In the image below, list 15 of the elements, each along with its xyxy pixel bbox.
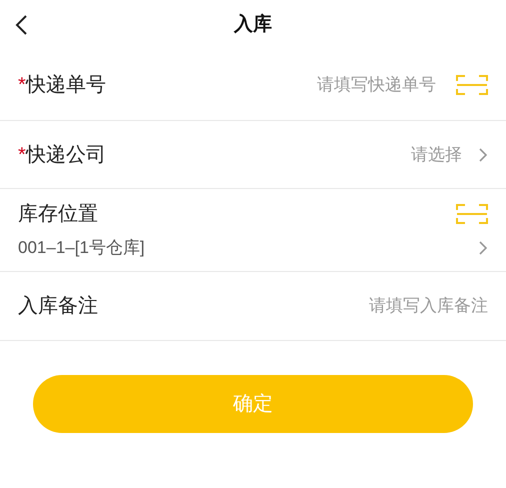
input-field[interactable]: 请填写快递单号: [106, 72, 436, 98]
scan-icon[interactable]: [456, 203, 488, 226]
back-icon[interactable]: [14, 14, 28, 36]
input-field[interactable]: 请填写入库备注: [98, 293, 488, 319]
location-value: 001–1–[1号仓库]: [18, 237, 145, 260]
field-label: 库存位置: [18, 202, 98, 228]
page-title: 入库: [234, 12, 272, 37]
field-label: *快递单号: [18, 73, 106, 98]
field-label: *快递公司: [18, 142, 106, 168]
confirm-button[interactable]: 确定: [33, 375, 473, 433]
chevron-right-icon: [478, 146, 488, 162]
scan-icon[interactable]: [456, 74, 488, 96]
field-label: 入库备注: [18, 294, 98, 319]
select-placeholder[interactable]: 请选择: [411, 142, 462, 168]
chevron-right-icon: [478, 240, 488, 256]
